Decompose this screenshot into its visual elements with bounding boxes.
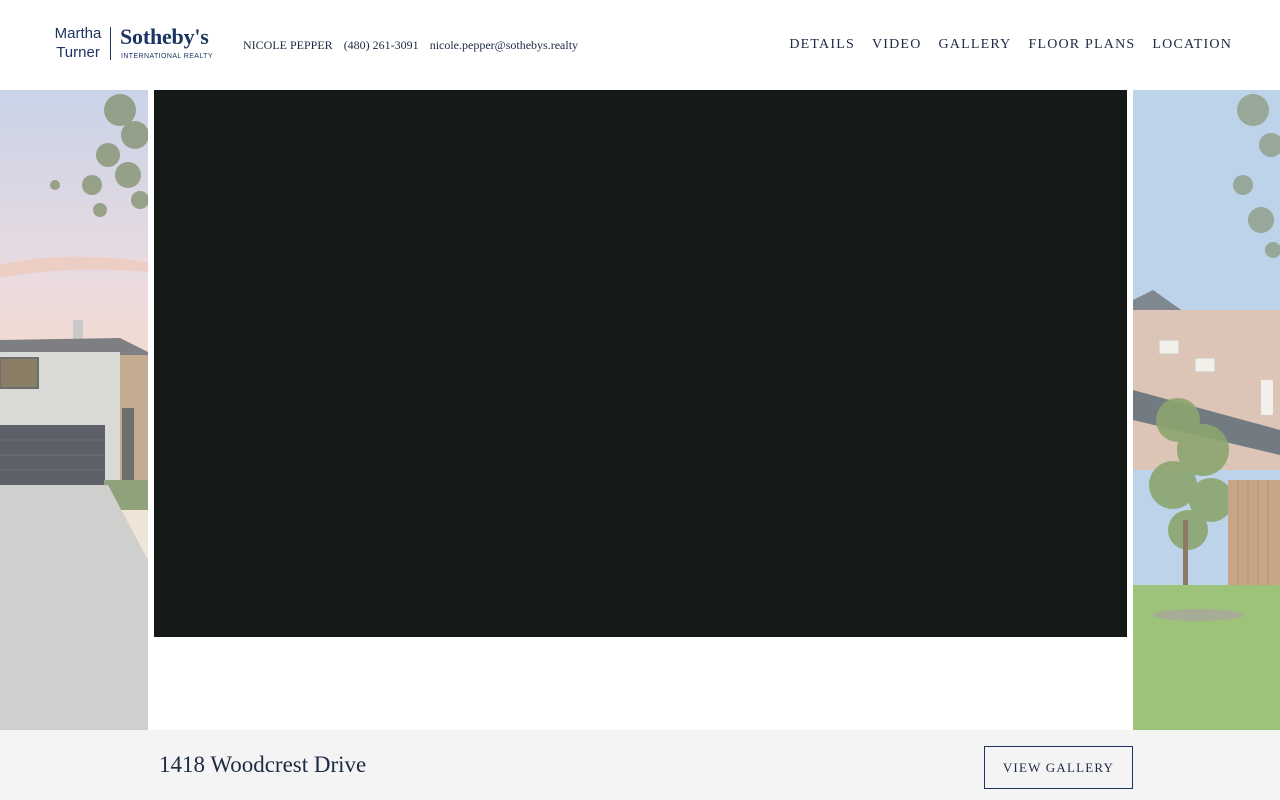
logo-line-1: Martha	[54, 25, 102, 42]
nav-video[interactable]: VIDEO	[872, 37, 922, 53]
brand-logo[interactable]: Martha Turner Sotheby's INTERNATIONAL RE…	[51, 24, 213, 64]
view-gallery-button[interactable]: VIEW GALLERY	[984, 746, 1133, 789]
logo-brand: Sotheby's	[120, 24, 209, 49]
main-nav: DETAILS VIDEO GALLERY FLOOR PLANS LOCATI…	[789, 37, 1232, 53]
logo-text-left: Martha Turner	[51, 24, 105, 62]
nav-details[interactable]: DETAILS	[789, 37, 855, 53]
agent-name: NICOLE PEPPER	[243, 38, 333, 52]
house-sunset-image	[0, 90, 148, 730]
logo-divider	[110, 27, 111, 60]
nav-gallery[interactable]: GALLERY	[939, 37, 1012, 53]
property-address: 1418 Woodcrest Drive	[159, 752, 367, 777]
gallery-photo-prev[interactable]	[0, 90, 148, 730]
logo-subtitle: INTERNATIONAL REALTY	[121, 53, 213, 60]
nav-floor-plans[interactable]: FLOOR PLANS	[1028, 37, 1135, 53]
logo-line-2: Turner	[56, 44, 100, 61]
video-player[interactable]	[154, 90, 1127, 637]
agent-phone[interactable]: (480) 261-3091	[344, 38, 419, 52]
nav-location[interactable]: LOCATION	[1152, 37, 1232, 53]
agent-email[interactable]: nicole.pepper@sothebys.realty	[430, 38, 578, 52]
site-header: Martha Turner Sotheby's INTERNATIONAL RE…	[0, 0, 1280, 90]
house-lawn-image	[1133, 90, 1280, 730]
agent-contact: NICOLE PEPPER (480) 261-3091 nicole.pepp…	[243, 38, 586, 53]
gallery-photo-next[interactable]	[1133, 90, 1280, 730]
